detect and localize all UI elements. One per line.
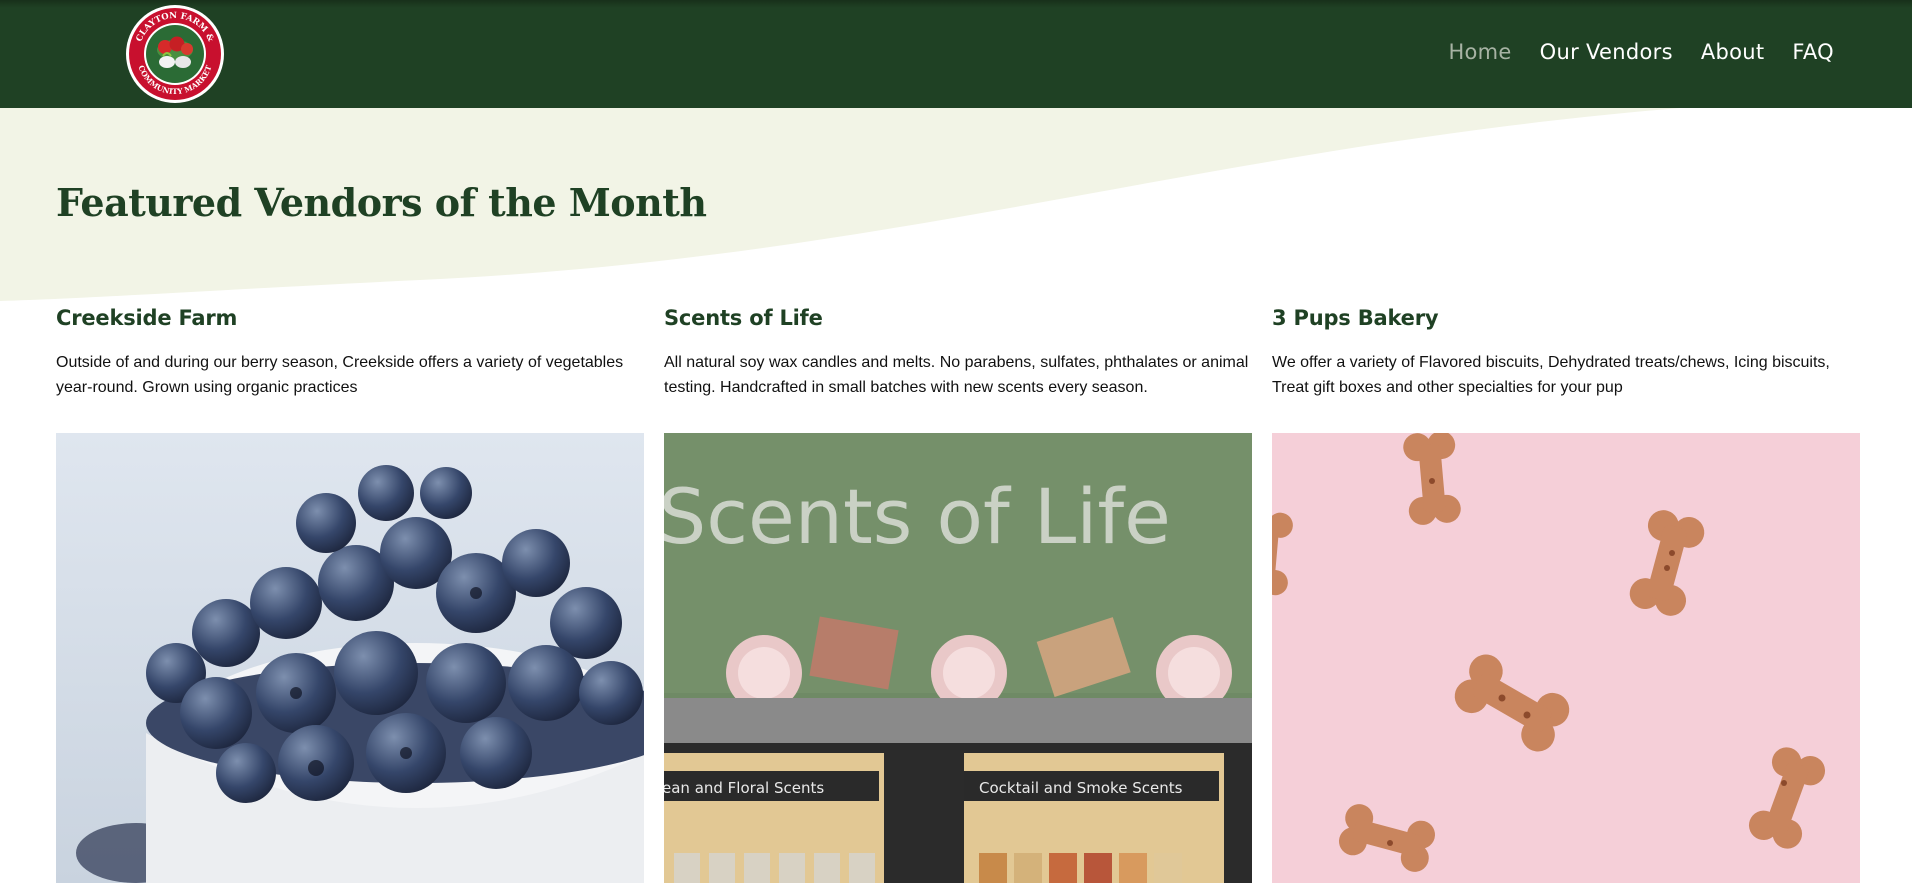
vendor-card-creekside: Creekside Farm Outside of and during our… [56,306,644,883]
nav-home[interactable]: Home [1448,40,1511,64]
vendor-name: 3 Pups Bakery [1272,306,1439,330]
photo-banner-text: Scents of Life [664,472,1171,561]
vendor-photo-candles[interactable]: Scents of Life ean and Floral Scents Coc… [664,433,1252,883]
vendor-card-scents-of-life: Scents of Life All natural soy wax candl… [664,306,1252,883]
vendor-card-3-pups-bakery: 3 Pups Bakery We offer a variety of Flav… [1272,306,1860,883]
market-logo[interactable]: CLAYTON FARM & COMMUNITY MARKET [125,4,225,104]
photo-sign-left: ean and Floral Scents [664,779,824,797]
photo-sign-right: Cocktail and Smoke Scents [979,779,1183,797]
vendor-photo-dog-biscuits[interactable] [1272,433,1860,883]
nav-faq[interactable]: FAQ [1792,40,1834,64]
nav-about[interactable]: About [1701,40,1765,64]
vendor-description: Outside of and during our berry season, … [56,354,624,396]
page-title: Featured Vendors of the Month [56,180,707,225]
site-header: CLAYTON FARM & COMMUNITY MARKET Home Our… [0,0,1912,108]
vendor-description: All natural soy wax candles and melts. N… [664,354,1249,396]
main-nav: Home Our Vendors About FAQ [1448,40,1834,64]
vendor-description: We offer a variety of Flavored biscuits,… [1272,354,1830,396]
nav-our-vendors[interactable]: Our Vendors [1540,40,1673,64]
vendor-name: Scents of Life [664,306,823,330]
vendor-photo-blueberries[interactable] [56,433,644,883]
vendor-name: Creekside Farm [56,306,238,330]
